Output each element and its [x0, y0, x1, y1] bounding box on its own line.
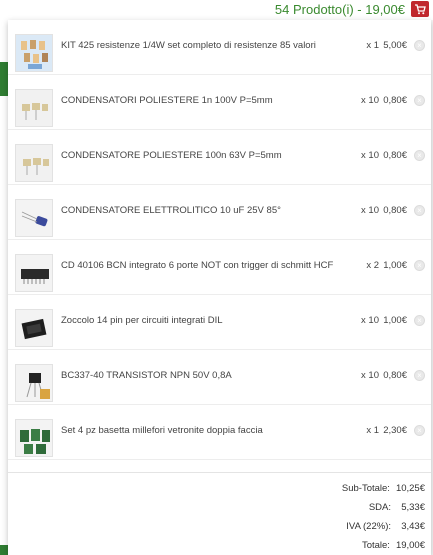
- item-price: 0,80€: [383, 95, 407, 106]
- cart-totals: Sub-Totale: 10,25€ SDA: 5,33€ IVA (22%):…: [8, 472, 431, 551]
- item-name[interactable]: CONDENSATORE ELETTROLITICO 10 uF 25V 85°: [61, 205, 353, 216]
- cart-item[interactable]: KIT 425 resistenze 1/4W set completo di …: [8, 20, 431, 75]
- electrolytic-capacitor-thumbnail[interactable]: [15, 199, 53, 237]
- item-quantity: x 10: [361, 315, 379, 326]
- total-label: Totale:: [361, 539, 390, 551]
- item-quantity: x 10: [361, 150, 379, 161]
- item-price: 0,80€: [383, 370, 407, 381]
- item-name[interactable]: CONDENSATORE POLIESTERE 100n 63V P=5mm: [61, 150, 353, 161]
- item-price: 2,30€: [383, 425, 407, 436]
- item-name[interactable]: CD 40106 BCN integrato 6 porte NOT con t…: [61, 260, 353, 271]
- cart-item[interactable]: CONDENSATORE POLIESTERE 100n 63V P=5mm x…: [8, 130, 431, 185]
- item-name[interactable]: Set 4 pz basetta millefori vetronite dop…: [61, 425, 353, 436]
- cart-item[interactable]: CONDENSATORE ELETTROLITICO 10 uF 25V 85°…: [8, 185, 431, 240]
- cart-item[interactable]: CONDENSATORI POLIESTERE 1n 100V P=5mm x …: [8, 75, 431, 130]
- item-name[interactable]: BC337-40 TRANSISTOR NPN 50V 0,8A: [61, 370, 353, 381]
- remove-item-button[interactable]: ×: [414, 95, 425, 106]
- remove-item-button[interactable]: ×: [414, 205, 425, 216]
- subtotal-value: 10,25€: [395, 482, 425, 494]
- transistor-thumbnail[interactable]: [15, 364, 53, 402]
- item-quantity: x 10: [361, 95, 379, 106]
- item-quantity: x 1: [366, 425, 379, 436]
- cart-item[interactable]: Set 4 pz basetta millefori vetronite dop…: [8, 405, 431, 460]
- item-name[interactable]: CONDENSATORI POLIESTERE 1n 100V P=5mm: [61, 95, 353, 106]
- cart-item[interactable]: BC337-40 TRANSISTOR NPN 50V 0,8A x 10 0,…: [8, 350, 431, 405]
- cart-summary[interactable]: 54 Prodotto(i) - 19,00€: [275, 2, 405, 17]
- item-quantity: x 10: [361, 205, 379, 216]
- remove-item-button[interactable]: ×: [414, 150, 425, 161]
- cart-dropdown: KIT 425 resistenze 1/4W set completo di …: [8, 20, 431, 555]
- item-price: 0,80€: [383, 205, 407, 216]
- sda-label: SDA:: [368, 501, 391, 513]
- subtotal-row: Sub-Totale: 10,25€: [342, 481, 425, 495]
- ic-socket-thumbnail[interactable]: [15, 309, 53, 347]
- item-price: 1,00€: [383, 315, 407, 326]
- sda-row: SDA: 5,33€: [369, 500, 425, 514]
- item-name[interactable]: KIT 425 resistenze 1/4W set completo di …: [61, 40, 353, 51]
- cart-header[interactable]: 54 Prodotto(i) - 19,00€: [275, 0, 433, 18]
- cart-item[interactable]: CD 40106 BCN integrato 6 porte NOT con t…: [8, 240, 431, 295]
- total-row: Totale: 19,00€: [362, 538, 425, 552]
- capacitor-thumbnail[interactable]: [15, 144, 53, 182]
- ic-chip-thumbnail[interactable]: [15, 254, 53, 292]
- item-price: 0,80€: [383, 150, 407, 161]
- cart-icon[interactable]: [411, 1, 429, 17]
- item-quantity: x 2: [366, 260, 379, 271]
- pcb-thumbnail[interactable]: [15, 419, 53, 457]
- subtotal-label: Sub-Totale:: [341, 482, 390, 494]
- capacitor-thumbnail[interactable]: [15, 89, 53, 127]
- item-price: 1,00€: [383, 260, 407, 271]
- page-nav-fragment-bottom: [0, 545, 8, 555]
- remove-item-button[interactable]: ×: [414, 315, 425, 326]
- item-quantity: x 10: [361, 370, 379, 381]
- iva-value: 3,43€: [401, 520, 425, 532]
- item-name[interactable]: Zoccolo 14 pin per circuiti integrati DI…: [61, 315, 353, 326]
- item-quantity: x 1: [366, 40, 379, 51]
- remove-item-button[interactable]: ×: [414, 370, 425, 381]
- sda-value: 5,33€: [401, 501, 425, 513]
- remove-item-button[interactable]: ×: [414, 260, 425, 271]
- iva-row: IVA (22%): 3,43€: [346, 519, 425, 533]
- resistor-kit-thumbnail[interactable]: [15, 34, 53, 72]
- cart-item[interactable]: Zoccolo 14 pin per circuiti integrati DI…: [8, 295, 431, 350]
- iva-label: IVA (22%):: [346, 520, 391, 532]
- remove-item-button[interactable]: ×: [414, 425, 425, 436]
- item-price: 5,00€: [383, 40, 407, 51]
- total-value: 19,00€: [395, 539, 425, 551]
- page-nav-fragment: [0, 62, 8, 96]
- remove-item-button[interactable]: ×: [414, 40, 425, 51]
